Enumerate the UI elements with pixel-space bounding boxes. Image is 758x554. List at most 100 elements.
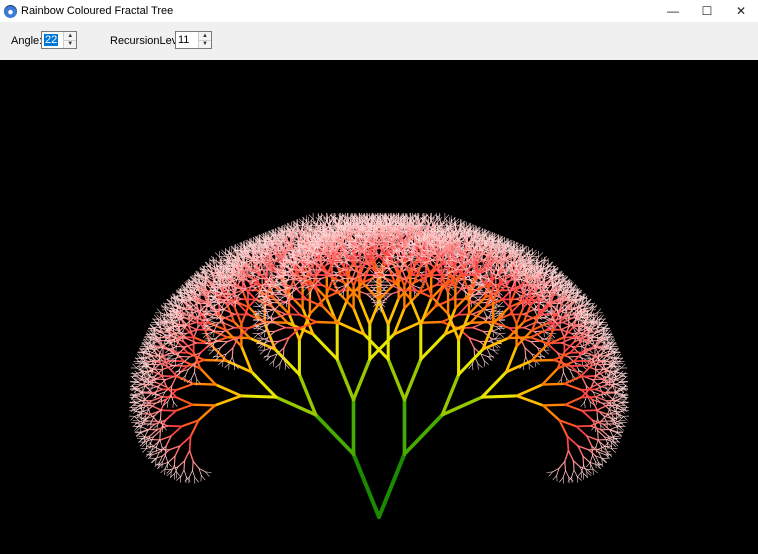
tree-branch (157, 461, 163, 467)
tree-branch (164, 409, 177, 422)
window-title: Rainbow Coloured Fractal Tree (21, 5, 174, 17)
tree-branch (477, 363, 483, 368)
tree-branch (492, 327, 500, 332)
tree-branch (183, 469, 187, 478)
tree-branch (205, 471, 212, 473)
recursion-level-spinner[interactable]: 11 ▲ ▼ (175, 31, 212, 49)
angle-decrement-button[interactable]: ▼ (64, 40, 76, 48)
tree-branch (142, 448, 147, 453)
tree-branch (190, 276, 196, 281)
maximize-button[interactable]: ☐ (690, 0, 724, 22)
tree-branch (196, 328, 213, 331)
angle-spinner[interactable]: 22 ▲ ▼ (41, 31, 77, 49)
tree-branch (167, 298, 172, 304)
tree-branch (201, 475, 206, 481)
tree-branch (239, 394, 278, 399)
tree-branch (176, 476, 182, 481)
tree-branch (219, 341, 228, 349)
tree-branch (188, 449, 194, 463)
angle-spin-buttons: ▲ ▼ (63, 32, 76, 48)
tree-branch (161, 388, 178, 391)
chevron-up-icon: ▲ (67, 32, 74, 39)
angle-value-field[interactable]: 22 (42, 32, 63, 48)
tree-branch (188, 470, 193, 478)
tree-branch (175, 396, 194, 406)
tree-branch (140, 426, 149, 430)
tree-branch (275, 363, 281, 368)
minimize-button[interactable]: — (656, 0, 690, 22)
tree-branch (205, 262, 210, 267)
tree-branch (386, 357, 407, 402)
close-icon: ✕ (735, 4, 747, 18)
tree-branch (308, 214, 314, 220)
tree-branch (498, 301, 503, 307)
tree-branch (166, 425, 183, 428)
tree-branch (362, 332, 390, 361)
tree-branch (134, 416, 140, 422)
recursion-level-value: 11 (178, 34, 190, 46)
tree-branch (179, 435, 192, 447)
tree-branch (233, 326, 250, 329)
tree-branch (368, 332, 396, 361)
toolbar: Angle: 22 ▲ ▼ RecursionLevel: 11 ▲ ▼ (0, 22, 758, 61)
tree-branch (213, 394, 243, 407)
tree-branch (194, 321, 211, 324)
tree-branch (148, 451, 154, 457)
tree-branch (190, 371, 195, 380)
tree-branch (214, 383, 243, 398)
tree-branch (194, 371, 198, 380)
tree-branch (233, 306, 243, 326)
title-bar[interactable]: Rainbow Coloured Fractal Tree — ☐ ✕ (0, 0, 758, 22)
tree-branch (317, 214, 323, 220)
tree-branch (193, 362, 196, 373)
tree-branch (180, 469, 185, 477)
tree-branch (159, 409, 162, 420)
tree-branch (156, 308, 162, 314)
tree-branch (183, 460, 186, 471)
caption-buttons: — ☐ ✕ (656, 0, 758, 22)
tree-branch (311, 332, 339, 361)
tree-branch (351, 452, 381, 519)
minimize-icon: — (667, 4, 679, 18)
recursion-level-value-field[interactable]: 11 (176, 32, 198, 48)
tree-branch (159, 429, 161, 441)
tree-branch (170, 394, 174, 403)
tree-branch (176, 471, 181, 478)
tree-branch (483, 360, 489, 365)
tree-branch (181, 284, 187, 290)
tree-branch (282, 347, 285, 358)
chevron-up-icon: ▲ (202, 32, 208, 39)
tree-branch (495, 333, 500, 339)
tree-branch (499, 333, 505, 338)
tree-branch (255, 301, 260, 307)
tree-branch (177, 460, 186, 468)
tree-branch (197, 404, 217, 422)
tree-branch (167, 455, 176, 463)
close-button[interactable]: ✕ (724, 0, 758, 22)
tree-branch (152, 425, 158, 430)
tree-branch (493, 349, 499, 355)
tree-branch (185, 337, 198, 344)
tree-branch (457, 303, 469, 316)
tree-branch (192, 470, 196, 478)
tree-branch (250, 370, 278, 399)
tree-branch (191, 403, 217, 407)
tree-branch (355, 289, 368, 295)
recursion-increment-button[interactable]: ▲ (199, 32, 211, 41)
tree-branch (192, 382, 217, 386)
recursion-decrement-button[interactable]: ▼ (199, 40, 211, 48)
app-globe-icon (4, 4, 17, 18)
tree-branch (315, 320, 340, 324)
tree-branch (215, 252, 220, 258)
tree-branch (153, 324, 159, 330)
tree-branch (284, 326, 301, 329)
tree-branch (165, 454, 169, 463)
angle-increment-button[interactable]: ▲ (64, 32, 76, 41)
tree-branch (330, 214, 336, 220)
tree-branch (284, 313, 301, 316)
chevron-down-icon: ▼ (67, 41, 74, 48)
tree-branch (358, 297, 372, 326)
tree-branch (173, 401, 178, 407)
angle-label: Angle: (11, 35, 43, 47)
tree-branch (258, 333, 263, 339)
